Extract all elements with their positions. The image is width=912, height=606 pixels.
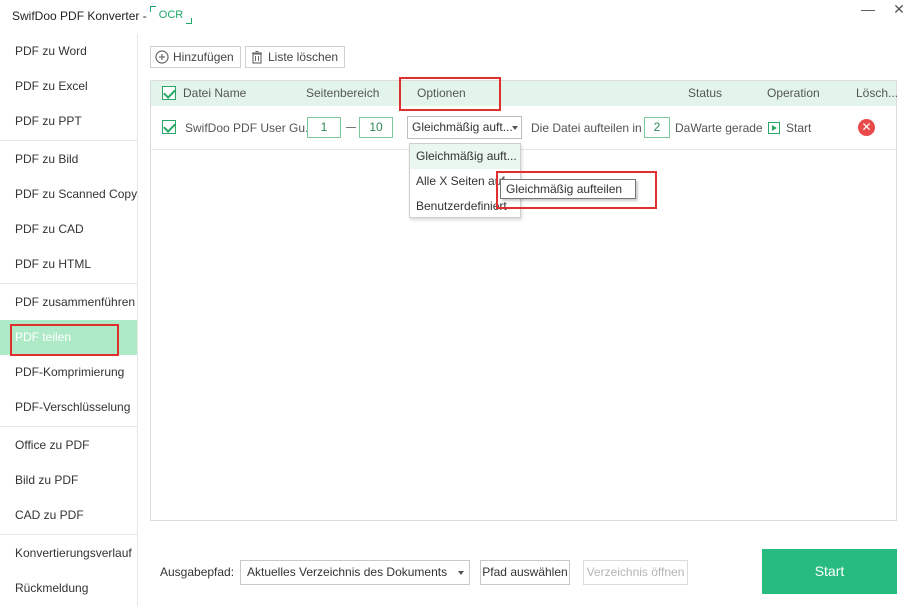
sidebar: PDF zu Word PDF zu Excel PDF zu PPT PDF … (0, 34, 138, 606)
sidebar-item-feedback[interactable]: Rückmeldung (0, 571, 137, 606)
column-header-range: Seitenbereich (306, 86, 380, 100)
sidebar-item-office-to-pdf[interactable]: Office zu PDF (0, 428, 137, 463)
clear-list-label: Liste löschen (268, 50, 339, 64)
sidebar-divider (0, 283, 137, 284)
row-start-label: Start (786, 121, 812, 135)
row-start-button[interactable]: Start (768, 106, 811, 150)
split-count-input[interactable]: 2 (644, 117, 670, 138)
range-dash (346, 127, 356, 128)
split-option-value: Gleichmäßig auft... (412, 120, 513, 134)
start-button[interactable]: Start (762, 549, 897, 594)
plus-circle-icon (155, 50, 169, 64)
sidebar-divider (0, 140, 137, 141)
sidebar-item-pdf-to-html[interactable]: PDF zu HTML (0, 247, 137, 282)
sidebar-divider (0, 426, 137, 427)
choose-path-button[interactable]: Pfad auswählen (480, 560, 570, 585)
chevron-down-icon (512, 126, 518, 130)
sidebar-item-split-pdf[interactable]: PDF teilen (0, 320, 137, 355)
sidebar-item-merge-pdf[interactable]: PDF zusammenführen (0, 285, 137, 320)
select-all-checkbox[interactable] (162, 86, 176, 100)
app-title: SwifDoo PDF Konverter - (12, 9, 147, 23)
table-row: SwifDoo PDF User Gu... 1 10 Gleichmäßig … (151, 106, 896, 150)
close-button[interactable]: ✕ (887, 0, 911, 20)
sidebar-item-conversion-history[interactable]: Konvertierungsverlauf (0, 536, 137, 571)
sidebar-item-pdf-to-scanned-copy[interactable]: PDF zu Scanned Copy (0, 177, 137, 212)
sidebar-item-cad-to-pdf[interactable]: CAD zu PDF (0, 498, 137, 533)
sidebar-item-pdf-to-image[interactable]: PDF zu Bild (0, 142, 137, 177)
file-table: Datei Name Seitenbereich Optionen Status… (150, 80, 899, 521)
sidebar-item-pdf-to-ppt[interactable]: PDF zu PPT (0, 104, 137, 139)
delete-row-icon[interactable]: ✕ (858, 119, 875, 136)
sidebar-item-pdf-to-word[interactable]: PDF zu Word (0, 34, 137, 69)
clear-list-button[interactable]: Liste löschen (245, 46, 346, 68)
sidebar-divider (0, 534, 137, 535)
range-to-input[interactable]: 10 (359, 117, 393, 138)
title-bar: SwifDoo PDF Konverter - OCR — ✕ (0, 0, 912, 34)
sidebar-item-pdf-to-cad[interactable]: PDF zu CAD (0, 212, 137, 247)
option-item-even-split[interactable]: Gleichmäßig auft... (410, 144, 520, 169)
column-header-operation: Operation (767, 86, 820, 100)
table-header: Datei Name Seitenbereich Optionen Status… (151, 81, 899, 106)
minimize-button[interactable]: — (856, 0, 880, 20)
split-prefix-label: Die Datei aufteilen in (531, 121, 642, 135)
column-header-delete: Lösch... (856, 86, 899, 100)
row-status: DaWarte gerade (675, 121, 763, 135)
file-name: SwifDoo PDF User Gu... (185, 121, 316, 135)
sidebar-item-pdf-to-excel[interactable]: PDF zu Excel (0, 69, 137, 104)
sidebar-item-compress-pdf[interactable]: PDF-Komprimierung (0, 355, 137, 390)
range-from-input[interactable]: 1 (307, 117, 341, 138)
play-icon (768, 122, 780, 134)
option-tooltip: Gleichmäßig aufteilen (500, 179, 636, 199)
row-checkbox[interactable] (162, 120, 176, 134)
output-path-label: Ausgabepfad: (160, 565, 235, 579)
trash-icon (252, 50, 262, 64)
sidebar-item-image-to-pdf[interactable]: Bild zu PDF (0, 463, 137, 498)
ocr-button[interactable]: OCR (150, 6, 192, 24)
column-header-status: Status (688, 86, 723, 100)
add-file-button[interactable]: Hinzufügen (150, 46, 241, 68)
split-option-select[interactable]: Gleichmäßig auft... (407, 116, 522, 139)
output-path-select[interactable]: Aktuelles Verzeichnis des Dokuments (240, 560, 470, 585)
column-header-name: Datei Name (183, 86, 247, 100)
open-folder-button[interactable]: Verzeichnis öffnen (583, 560, 688, 585)
chevron-down-icon (458, 571, 464, 575)
add-file-label: Hinzufügen (173, 50, 234, 64)
sidebar-item-encrypt-pdf[interactable]: PDF-Verschlüsselung (0, 390, 137, 425)
output-path-value: Aktuelles Verzeichnis des Dokuments (247, 565, 448, 579)
column-header-options: Optionen (417, 86, 466, 100)
